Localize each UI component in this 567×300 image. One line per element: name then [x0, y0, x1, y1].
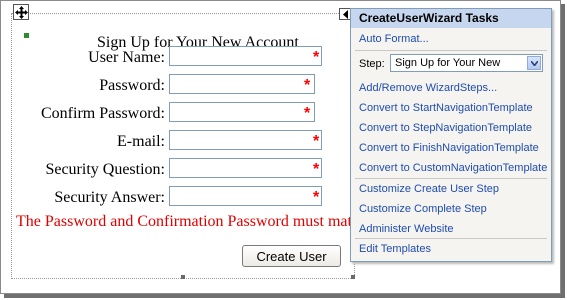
- email-label: E-mail:: [117, 133, 165, 150]
- email-required-mark: *: [313, 133, 320, 150]
- create-user-wizard-control[interactable]: Sign Up for Your New Account User Name: …: [11, 13, 371, 279]
- create-user-button[interactable]: Create User: [242, 245, 341, 267]
- resize-handle-bottom[interactable]: [181, 275, 185, 279]
- screenshot-frame: Sign Up for Your New Account User Name: …: [0, 0, 561, 294]
- security-question-input[interactable]: [169, 158, 322, 178]
- auto-format-link[interactable]: Auto Format...: [359, 33, 429, 45]
- edit-templates-link[interactable]: Edit Templates: [359, 243, 431, 255]
- step-label: Step:: [359, 58, 385, 70]
- control-glyph-icon: [24, 33, 29, 38]
- security-answer-input[interactable]: [169, 186, 322, 206]
- email-input[interactable]: [169, 130, 322, 150]
- user-name-required-mark: *: [313, 49, 320, 66]
- error-message: The Password and Confirmation Password m…: [16, 213, 372, 230]
- convert-start-navigation-template-link[interactable]: Convert to StartNavigationTemplate: [359, 102, 533, 114]
- separator: [355, 238, 547, 239]
- confirm-password-label: Confirm Password:: [41, 105, 165, 122]
- smart-tasks-panel: CreateUserWizard Tasks Auto Format... St…: [350, 8, 552, 262]
- user-name-input[interactable]: [169, 46, 322, 66]
- convert-finish-navigation-template-link[interactable]: Convert to FinishNavigationTemplate: [359, 142, 539, 154]
- convert-step-navigation-template-link[interactable]: Convert to StepNavigationTemplate: [359, 122, 532, 134]
- administer-website-link[interactable]: Administer Website: [359, 223, 454, 235]
- step-dropdown[interactable]: Sign Up for Your New: [390, 54, 543, 72]
- security-answer-label: Security Answer:: [54, 189, 165, 206]
- password-input[interactable]: [169, 74, 315, 94]
- password-label: Password:: [99, 77, 165, 94]
- separator: [355, 50, 547, 51]
- confirm-password-input[interactable]: [169, 102, 315, 122]
- step-dropdown-value: Sign Up for Your New: [395, 57, 501, 69]
- separator: [355, 178, 547, 179]
- dropdown-arrow-icon[interactable]: [527, 56, 541, 70]
- customize-create-user-step-link[interactable]: Customize Create User Step: [359, 183, 499, 195]
- password-required-mark: *: [304, 77, 311, 94]
- security-question-required-mark: *: [313, 161, 320, 178]
- customize-complete-step-link[interactable]: Customize Complete Step: [359, 203, 487, 215]
- security-question-label: Security Question:: [45, 161, 165, 178]
- convert-custom-navigation-template-link[interactable]: Convert to CustomNavigationTemplate: [359, 162, 547, 174]
- security-answer-required-mark: *: [313, 189, 320, 206]
- confirm-password-required-mark: *: [304, 105, 311, 122]
- resize-handle-corner[interactable]: [351, 275, 355, 279]
- move-handle-icon[interactable]: [13, 4, 29, 20]
- user-name-label: User Name:: [88, 49, 165, 66]
- tasks-panel-title: CreateUserWizard Tasks: [351, 9, 551, 28]
- add-remove-wizardsteps-link[interactable]: Add/Remove WizardSteps...: [359, 82, 497, 94]
